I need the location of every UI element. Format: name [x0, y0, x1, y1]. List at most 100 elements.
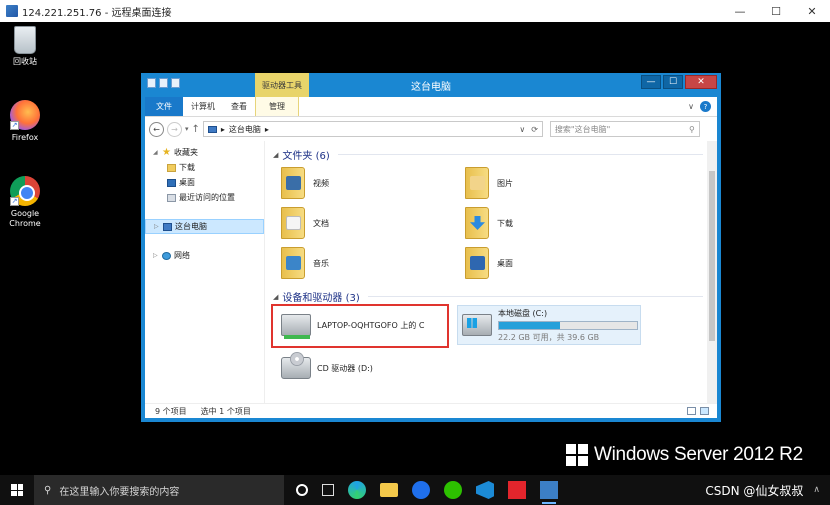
group-divider	[337, 154, 703, 155]
search-box[interactable]: 搜索"这台电脑" ⚲	[549, 121, 700, 137]
remote-desktop-taskbar-icon[interactable]	[540, 481, 558, 504]
rdp-minimize-button[interactable]: —	[722, 0, 758, 22]
explorer-window: 驱动器工具 这台电脑 — ☐ ✕ 文件 计算机 查看 管理 ∨ ? ← → ▾ …	[141, 73, 721, 422]
sidebar-item-label: 下载	[179, 163, 195, 172]
local-disk-icon	[462, 314, 492, 336]
address-bar[interactable]: ▸ 这台电脑 ▸ ∨ ⟳	[202, 121, 543, 137]
rdp-window-title: 124.221.251.76 - 远程桌面连接	[22, 7, 172, 19]
folder-desktop[interactable]: 桌面	[465, 247, 513, 279]
explorer-close-button[interactable]: ✕	[685, 75, 717, 89]
folder-label: 视频	[313, 178, 329, 188]
address-dropdown-icon[interactable]: ∨	[519, 125, 525, 134]
sidebar-item-downloads[interactable]: 下载	[145, 160, 264, 175]
navigation-pane: ◢ ★ 收藏夹 下载 桌面 最近访问的位置 ▷ 这台电脑 ▷ 网络	[145, 141, 265, 403]
sidebar-item-this-pc[interactable]: ▷ 这台电脑	[145, 219, 264, 234]
sidebar-item-favorites[interactable]: ◢ ★ 收藏夹	[145, 145, 264, 160]
desktop-icon-recycle-bin[interactable]: 回收站	[0, 26, 50, 67]
rdp-close-button[interactable]: ✕	[794, 0, 830, 22]
windows-logo-icon	[11, 484, 23, 496]
taskbar-search[interactable]: ⚲ 在这里输入你要搜索的内容	[34, 475, 284, 505]
refresh-icon[interactable]: ⟳	[531, 125, 538, 134]
desktop-icon-label: Firefox	[11, 133, 39, 142]
tab-view[interactable]: 查看	[223, 97, 255, 116]
scroll-thumb[interactable]	[709, 171, 715, 341]
cd-drive-d[interactable]: CD 驱动器 (D:)	[281, 352, 373, 383]
folder-label: 文档	[313, 218, 329, 228]
large-icons-view-icon[interactable]	[700, 407, 709, 415]
folder-downloads[interactable]: 下载	[465, 207, 513, 239]
search-icon: ⚲	[44, 484, 52, 496]
file-explorer-icon[interactable]	[380, 483, 398, 497]
folder-pictures[interactable]: 图片	[465, 167, 513, 199]
red-app-icon[interactable]	[508, 481, 526, 499]
folder-music[interactable]: 音乐	[281, 247, 329, 279]
tab-file[interactable]: 文件	[145, 97, 183, 116]
devices-group-header[interactable]: ◢ 设备和驱动器 (3)	[273, 289, 703, 304]
expand-arrow-icon[interactable]: ▷	[154, 223, 160, 230]
network-icon	[162, 251, 171, 260]
ribbon-tabs: 文件 计算机 查看 管理 ∨ ?	[145, 97, 717, 117]
forward-button[interactable]: →	[167, 121, 182, 137]
disk-usage-bar	[498, 320, 638, 330]
wechat-icon[interactable]	[444, 481, 462, 499]
red-highlight-annotation	[271, 304, 449, 348]
qq-icon[interactable]	[412, 481, 430, 499]
content-pane: ◢ 文件夹 (6) 视频 图片 文档 下载 音乐 桌面 ◢ 设备和驱动器 (3)…	[267, 141, 707, 403]
view-switcher	[687, 407, 717, 415]
search-input[interactable]: 搜索"这台电脑"	[555, 124, 610, 135]
cd-drive-icon	[281, 352, 311, 379]
downloads-folder-icon	[167, 163, 176, 172]
explorer-titlebar: 驱动器工具 这台电脑 — ☐ ✕	[141, 73, 721, 97]
sidebar-item-desktop[interactable]: 桌面	[145, 175, 264, 190]
explorer-minimize-button[interactable]: —	[641, 75, 661, 89]
folder-videos[interactable]: 视频	[281, 167, 329, 199]
rdp-maximize-button[interactable]: ☐	[758, 0, 794, 22]
desktop-icon-firefox[interactable]: ↗ Firefox	[0, 100, 50, 143]
back-button[interactable]: ←	[149, 121, 164, 137]
details-view-icon[interactable]	[687, 407, 696, 415]
tab-computer[interactable]: 计算机	[183, 97, 223, 116]
desktop-icon-google-chrome[interactable]: ↗ Google Chrome	[0, 176, 50, 229]
explorer-maximize-button[interactable]: ☐	[663, 75, 683, 89]
collapse-group-icon: ◢	[273, 150, 279, 159]
taskbar-right: CSDN @仙女叔叔 ∧	[705, 482, 830, 499]
this-pc-icon	[207, 125, 217, 133]
sidebar-item-recent[interactable]: 最近访问的位置	[145, 190, 264, 205]
expand-ribbon-icon[interactable]: ∨	[688, 102, 694, 111]
shortcut-arrow-icon: ↗	[10, 121, 19, 130]
explorer-window-controls: — ☐ ✕	[641, 75, 717, 89]
local-disk-c[interactable]: 本地磁盘 (C:) 22.2 GB 可用，共 39.6 GB	[457, 305, 641, 345]
recent-locations-dropdown[interactable]: ▾	[185, 125, 189, 133]
tab-manage[interactable]: 管理	[255, 97, 299, 116]
taskbar-search-input[interactable]: 在这里输入你要搜索的内容	[59, 483, 179, 498]
edge-icon[interactable]	[348, 481, 366, 499]
branding-text: Windows Server 2012 R2	[594, 444, 803, 465]
devices-group-title: 设备和驱动器 (3)	[282, 293, 360, 304]
expand-arrow-icon[interactable]: ▷	[153, 252, 159, 259]
sidebar-item-label: 最近访问的位置	[179, 193, 235, 202]
tray-expand-icon[interactable]: ∧	[813, 485, 820, 495]
up-button[interactable]: ↑	[192, 124, 200, 135]
chrome-icon: ↗	[10, 176, 40, 206]
collapse-arrow-icon[interactable]: ◢	[153, 149, 159, 156]
sidebar-item-label: 桌面	[179, 178, 195, 187]
rdp-window-controls: — ☐ ✕	[722, 0, 830, 22]
status-bar: 9 个项目 选中 1 个项目	[145, 403, 717, 418]
explorer-title: 这台电脑	[411, 82, 451, 93]
desktop-folder-icon	[465, 247, 489, 279]
task-view-icon[interactable]	[296, 484, 308, 496]
folder-documents[interactable]: 文档	[281, 207, 329, 239]
help-icon[interactable]: ?	[700, 101, 711, 112]
shortcut-arrow-icon: ↗	[10, 197, 19, 206]
widgets-icon[interactable]	[322, 484, 334, 496]
sidebar-item-network[interactable]: ▷ 网络	[145, 248, 264, 263]
disk-usage-fill	[499, 321, 560, 329]
address-actions: ∨ ⟳	[519, 125, 538, 134]
drive-label: CD 驱动器 (D:)	[317, 363, 373, 373]
vertical-scrollbar[interactable]	[707, 141, 717, 403]
start-button[interactable]	[0, 484, 34, 496]
breadcrumb-this-pc[interactable]: 这台电脑	[229, 124, 261, 135]
folders-group-header[interactable]: ◢ 文件夹 (6)	[273, 147, 703, 162]
address-trailing-arrow[interactable]: ▸	[265, 125, 269, 134]
vscode-icon[interactable]	[476, 481, 494, 499]
